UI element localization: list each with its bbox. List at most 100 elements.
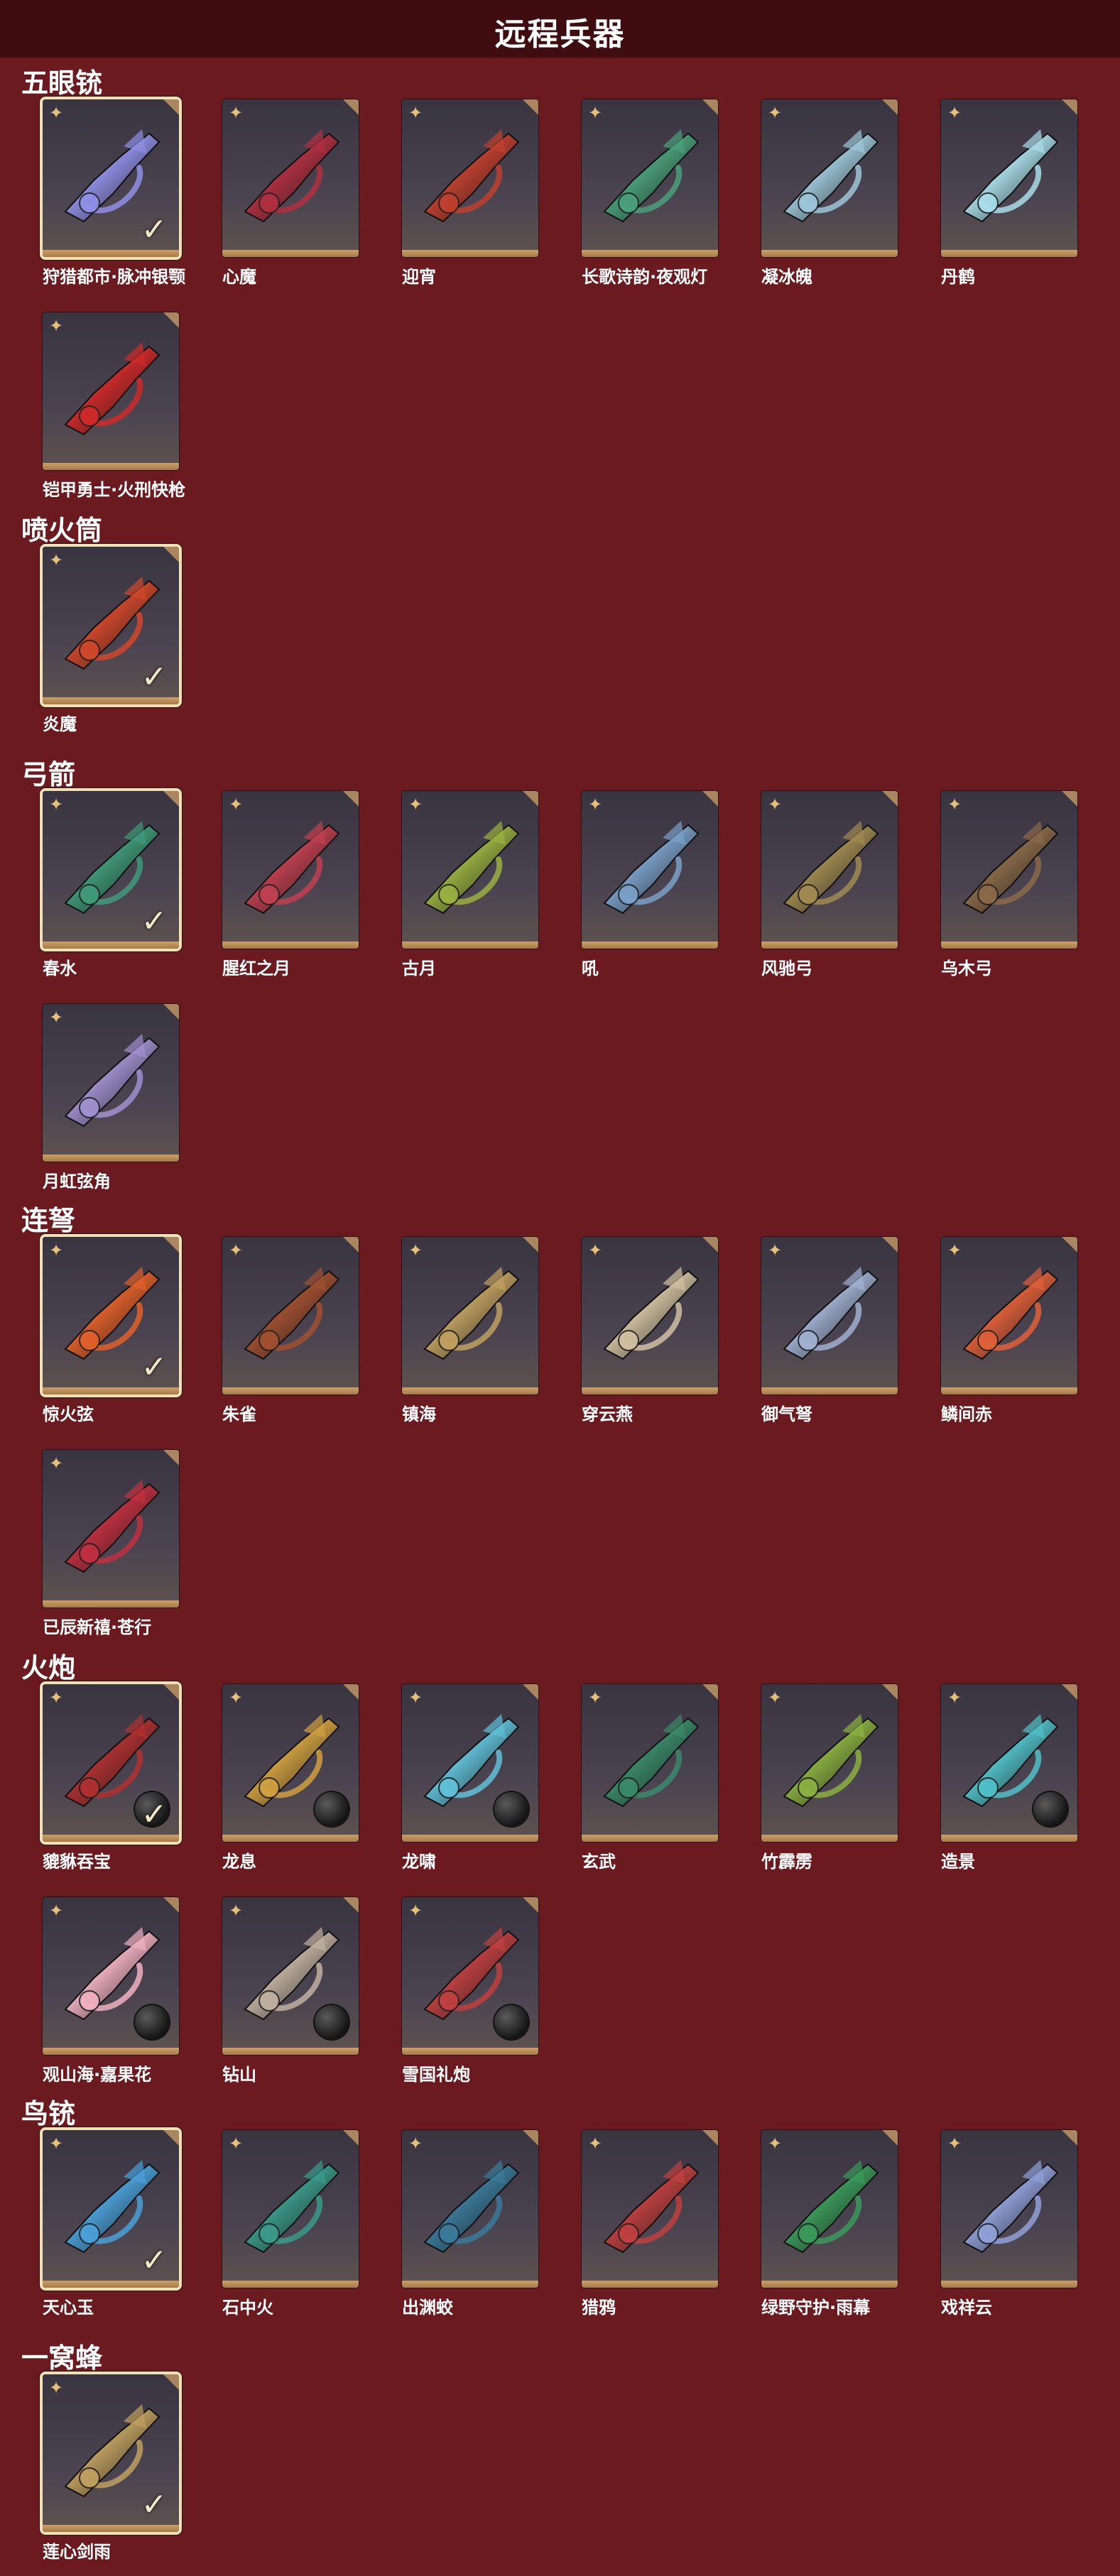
weapon-card[interactable]: ✦ xyxy=(941,1684,1077,1842)
category-title: 鸟铳 xyxy=(21,2098,76,2129)
cannonball-icon xyxy=(135,2005,169,2039)
card-base-strip xyxy=(402,1387,538,1395)
weapon-card[interactable]: ✦ xyxy=(402,791,538,949)
weapon-name: 迎宵 xyxy=(402,267,436,287)
weapon-name: 天心玉 xyxy=(43,2298,94,2318)
weapon-art xyxy=(603,1714,700,1808)
weapon-card[interactable]: ✦ xyxy=(582,1237,718,1395)
cannonball-icon xyxy=(494,2005,528,2039)
cannonball-icon xyxy=(1033,1792,1067,1826)
weapon-card[interactable]: ✦ xyxy=(582,791,718,949)
corner-tab xyxy=(702,791,718,807)
corner-tab xyxy=(882,1237,898,1252)
weapon-art xyxy=(783,2160,879,2254)
weapon-art xyxy=(962,1267,1059,1360)
card-base-strip xyxy=(582,2281,718,2288)
corner-tab xyxy=(1062,1237,1077,1252)
weapon-art xyxy=(603,821,700,915)
weapon-card[interactable]: ✦ xyxy=(402,1237,538,1395)
weapon-card[interactable]: ✦ xyxy=(222,99,359,257)
weapon-card[interactable]: ✦ xyxy=(222,1897,359,2055)
weapon-card[interactable]: ✦ xyxy=(402,1897,538,2055)
category-title: 弓箭 xyxy=(21,759,76,790)
weapon-card[interactable]: ✦ ✓ xyxy=(43,2374,179,2532)
weapon-name: 貔貅吞宝 xyxy=(43,1852,111,1872)
weapon-card[interactable]: ✦ xyxy=(941,1237,1077,1395)
card-base-strip xyxy=(582,942,718,949)
weapon-name: 竹霹雳 xyxy=(761,1852,812,1872)
weapon-card[interactable]: ✦ xyxy=(941,99,1077,257)
weapon-card[interactable]: ✦ xyxy=(761,99,898,257)
weapon-card[interactable]: ✦ xyxy=(761,1237,898,1395)
weapon-card[interactable]: ✦ xyxy=(402,99,538,257)
weapon-art xyxy=(783,821,879,915)
weapon-card[interactable]: ✦ xyxy=(761,791,898,949)
weapon-name: 吼 xyxy=(582,959,599,978)
weapon-name: 长歌诗韵·夜观灯 xyxy=(582,267,708,287)
weapon-name: 雪国礼炮 xyxy=(402,2065,470,2085)
weapon-name: 玄武 xyxy=(582,1852,616,1872)
weapon-name: 腥红之月 xyxy=(222,959,290,978)
weapon-name: 铠甲勇士·火刑快枪 xyxy=(43,480,186,500)
weapon-art xyxy=(423,2160,520,2254)
weapon-name: 月虹弦角 xyxy=(43,1172,111,1191)
card-base-strip xyxy=(402,2048,538,2055)
card-base-strip xyxy=(941,1835,1077,1842)
weapon-name: 狩猎都市·脉冲银颚 xyxy=(43,267,186,287)
weapon-card[interactable]: ✦ xyxy=(222,1684,359,1842)
card-base-strip xyxy=(222,1835,359,1842)
weapon-card[interactable]: ✦ xyxy=(43,1897,179,2055)
weapon-card[interactable]: ✦ ✓ xyxy=(43,1684,179,1842)
weapon-name: 猎鸦 xyxy=(582,2298,616,2318)
card-base-strip xyxy=(761,250,898,257)
weapon-name: 龙啸 xyxy=(402,1852,436,1872)
weapon-card[interactable]: ✦ xyxy=(761,2130,898,2288)
weapon-name: 石中火 xyxy=(222,2298,273,2318)
weapon-card[interactable]: ✦ xyxy=(222,1237,359,1395)
corner-tab xyxy=(1062,791,1077,807)
weapon-name: 观山海·嘉果花 xyxy=(43,2065,152,2085)
weapon-card[interactable]: ✦ xyxy=(582,99,718,257)
card-base-strip xyxy=(222,2048,359,2055)
weapon-card[interactable]: ✦ xyxy=(43,1004,179,1162)
card-base-strip xyxy=(43,2048,179,2055)
weapon-card[interactable]: ✦ xyxy=(43,1450,179,1608)
weapon-card[interactable]: ✦ xyxy=(761,1684,898,1842)
weapon-card[interactable]: ✦ xyxy=(941,791,1077,949)
corner-tab xyxy=(523,1684,538,1700)
corner-tab xyxy=(163,2374,179,2390)
weapon-name: 钻山 xyxy=(222,2065,256,2085)
weapon-card[interactable]: ✦ ✓ xyxy=(43,547,179,704)
weapon-art xyxy=(244,821,340,915)
weapon-card[interactable]: ✦ xyxy=(941,2130,1077,2288)
weapon-card[interactable]: ✦ xyxy=(402,1684,538,1842)
card-base-strip xyxy=(402,1835,538,1842)
corner-tab xyxy=(163,2130,179,2146)
card-base-strip xyxy=(582,1835,718,1842)
weapon-card[interactable]: ✦ ✓ xyxy=(43,1237,179,1395)
weapon-name: 炎魔 xyxy=(43,714,77,734)
corner-tab xyxy=(163,791,179,807)
weapon-card[interactable]: ✦ ✓ xyxy=(43,2130,179,2288)
weapon-name: 绿野守护·雨幕 xyxy=(761,2298,871,2318)
weapon-card[interactable]: ✦ xyxy=(582,1684,718,1842)
corner-tab xyxy=(702,99,718,115)
corner-tab xyxy=(523,791,538,807)
weapon-card[interactable]: ✦ xyxy=(582,2130,718,2288)
weapon-art xyxy=(783,129,879,223)
corner-tab xyxy=(882,99,898,115)
weapon-card[interactable]: ✦ xyxy=(222,791,359,949)
checkmark-icon: ✓ xyxy=(141,2242,168,2278)
weapon-card[interactable]: ✦ ✓ xyxy=(43,99,179,257)
weapon-art xyxy=(64,342,161,436)
weapon-card[interactable]: ✦ xyxy=(43,312,179,470)
corner-tab xyxy=(523,1237,538,1252)
corner-tab xyxy=(1062,1684,1077,1700)
weapon-name: 凝冰魄 xyxy=(761,267,812,287)
weapon-art xyxy=(64,1034,161,1128)
corner-tab xyxy=(523,99,538,115)
weapon-card[interactable]: ✦ xyxy=(402,2130,538,2288)
category-title: 喷火筒 xyxy=(21,515,103,546)
weapon-card[interactable]: ✦ ✓ xyxy=(43,791,179,949)
weapon-card[interactable]: ✦ xyxy=(222,2130,359,2288)
